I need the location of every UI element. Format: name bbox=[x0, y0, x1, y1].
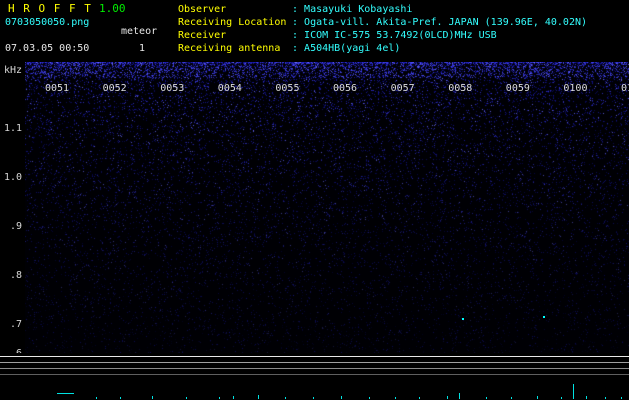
level-tick-bar bbox=[486, 397, 487, 399]
level-tick-bar bbox=[573, 384, 574, 399]
level-tick-bar bbox=[285, 397, 286, 399]
level-tick-bar bbox=[219, 397, 220, 399]
level-tick-bar bbox=[57, 393, 74, 394]
level-panel-gridline bbox=[0, 374, 629, 375]
meteor-echo-mark bbox=[543, 316, 545, 318]
level-tick-bar bbox=[511, 397, 512, 399]
level-tick-bar bbox=[233, 396, 234, 399]
level-tick-bar bbox=[96, 397, 97, 399]
level-tick-bar bbox=[537, 396, 538, 399]
level-tick-bar bbox=[586, 396, 587, 399]
level-tick-bar bbox=[120, 397, 121, 399]
hrofft-screen: H R O F F T 1.00 0703050050.png meteor 0… bbox=[0, 0, 629, 400]
level-tick-bar bbox=[369, 397, 370, 399]
level-tick-bar bbox=[186, 397, 187, 399]
level-tick-bar bbox=[447, 396, 448, 399]
signal-level-panel bbox=[0, 353, 629, 400]
level-panel-gridline bbox=[0, 368, 629, 369]
level-tick-bar bbox=[621, 397, 622, 399]
level-panel-gridline bbox=[0, 362, 629, 363]
level-tick-bar bbox=[341, 396, 342, 399]
level-tick-bar bbox=[152, 396, 153, 399]
level-tick-bar bbox=[258, 395, 259, 399]
level-tick-bar bbox=[459, 393, 460, 399]
level-tick-bar bbox=[395, 397, 396, 399]
level-tick-bar bbox=[419, 397, 420, 399]
meteor-echo-mark bbox=[462, 318, 464, 320]
level-tick-bar bbox=[561, 397, 562, 399]
level-tick-bar bbox=[313, 397, 314, 399]
level-tick-bar bbox=[605, 397, 606, 399]
level-panel-gridline bbox=[0, 356, 629, 357]
echo-marks-layer bbox=[0, 0, 629, 400]
